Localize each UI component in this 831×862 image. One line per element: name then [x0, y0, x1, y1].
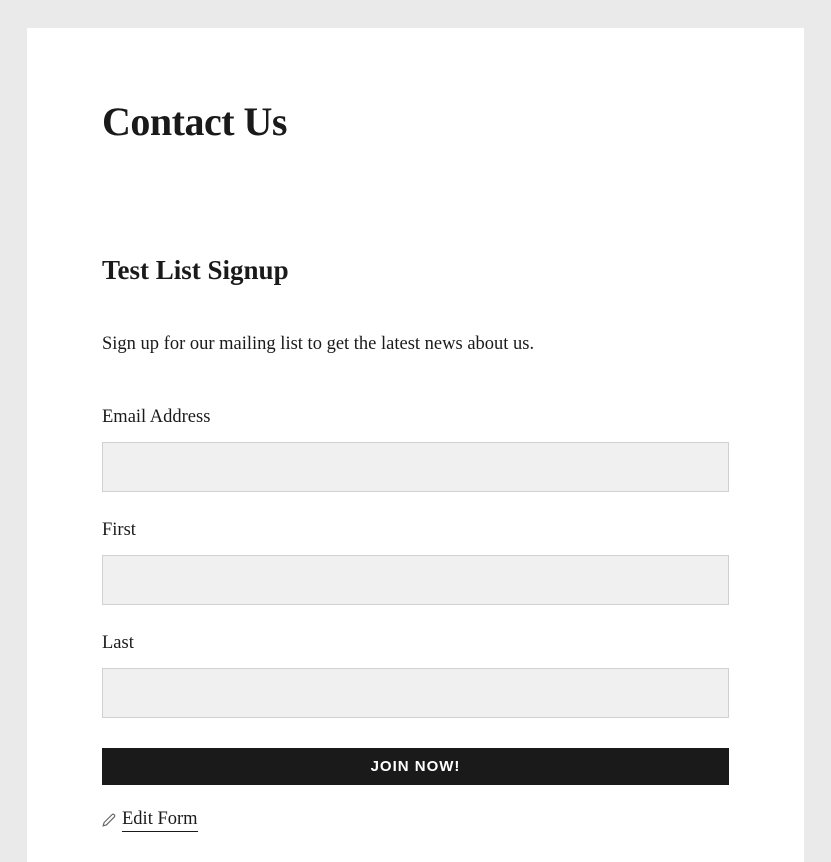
last-field-group: Last [102, 633, 729, 718]
form-title: Test List Signup [102, 255, 729, 286]
first-input[interactable] [102, 555, 729, 605]
first-field-group: First [102, 520, 729, 605]
email-input[interactable] [102, 442, 729, 492]
email-label: Email Address [102, 407, 729, 428]
first-label: First [102, 520, 729, 541]
form-description: Sign up for our mailing list to get the … [102, 331, 729, 359]
last-label: Last [102, 633, 729, 654]
page-container: Contact Us Test List Signup Sign up for … [27, 28, 804, 862]
edit-form-row: Edit Form [102, 809, 729, 832]
edit-form-link[interactable]: Edit Form [122, 809, 198, 832]
page-title: Contact Us [102, 98, 729, 145]
email-field-group: Email Address [102, 407, 729, 492]
last-input[interactable] [102, 668, 729, 718]
pencil-icon [102, 813, 116, 827]
join-now-button[interactable]: JOIN NOW! [102, 748, 729, 785]
